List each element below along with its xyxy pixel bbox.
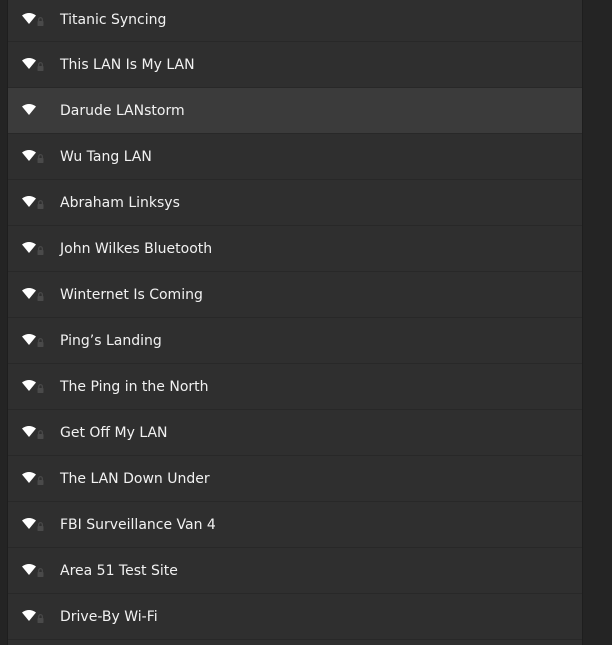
- wifi-signal-full-icon: [22, 379, 44, 393]
- network-row-john-wilkes-bluetooth[interactable]: John Wilkes Bluetooth: [8, 226, 582, 272]
- wifi-signal-full-icon: [22, 471, 44, 485]
- network-name: Titanic Syncing: [60, 11, 167, 28]
- network-row-wu-tang-lan[interactable]: Wu Tang LAN: [8, 134, 582, 180]
- network-row-this-lan-is-my-lan[interactable]: This LAN Is My LAN: [8, 42, 582, 88]
- network-name: This LAN Is My LAN: [60, 56, 195, 73]
- wifi-signal-full-icon: [22, 195, 44, 209]
- network-row-fbi-surveillance-van-4[interactable]: FBI Surveillance Van 4: [8, 502, 582, 548]
- network-name: Abraham Linksys: [60, 194, 180, 211]
- wifi-signal-full-icon: [22, 563, 44, 577]
- network-row-the-ping-in-the-north[interactable]: The Ping in the North: [8, 364, 582, 410]
- wifi-signal-full-icon: [22, 149, 44, 163]
- wifi-signal-full-icon: [22, 12, 44, 26]
- wifi-signal-full-icon: [22, 333, 44, 347]
- wifi-signal-full-icon: [22, 241, 44, 255]
- network-name: The Ping in the North: [60, 378, 209, 395]
- network-name: John Wilkes Bluetooth: [60, 240, 213, 257]
- wifi-signal-full-icon: [22, 425, 44, 439]
- network-name: Drive-By Wi-Fi: [60, 608, 158, 625]
- network-row-abraham-linksys[interactable]: Abraham Linksys: [8, 180, 582, 226]
- wifi-network-dialog: Titanic Syncing This LAN Is My LAN Darud…: [0, 0, 612, 645]
- network-row-darude-lanstorm[interactable]: Darude LANstorm: [8, 88, 582, 134]
- wifi-signal-full-icon: [22, 287, 44, 301]
- network-row-drive-by-wi-fi[interactable]: Drive-By Wi-Fi: [8, 594, 582, 640]
- network-list: Titanic Syncing This LAN Is My LAN Darud…: [7, 0, 583, 645]
- network-row-area-51-test-site[interactable]: Area 51 Test Site: [8, 548, 582, 594]
- network-name: Winternet Is Coming: [60, 286, 203, 303]
- network-name: The LAN Down Under: [60, 470, 210, 487]
- network-row-get-off-my-lan[interactable]: Get Off My LAN: [8, 410, 582, 456]
- network-row-titanic-syncing[interactable]: Titanic Syncing: [8, 0, 582, 42]
- network-name: Get Off My LAN: [60, 424, 168, 441]
- network-name: FBI Surveillance Van 4: [60, 516, 216, 533]
- network-name: Area 51 Test Site: [60, 562, 178, 579]
- network-row-winternet-is-coming[interactable]: Winternet Is Coming: [8, 272, 582, 318]
- network-name: Ping’s Landing: [60, 332, 162, 349]
- wifi-signal-full-icon: [22, 517, 44, 531]
- wifi-signal-full-icon: [22, 57, 44, 71]
- wifi-signal-full-icon: [22, 103, 36, 115]
- wifi-signal-full-icon: [22, 609, 44, 623]
- network-row-pings-landing[interactable]: Ping’s Landing: [8, 318, 582, 364]
- network-name: Darude LANstorm: [60, 102, 185, 119]
- network-row-the-lan-down-under[interactable]: The LAN Down Under: [8, 456, 582, 502]
- network-name: Wu Tang LAN: [60, 148, 152, 165]
